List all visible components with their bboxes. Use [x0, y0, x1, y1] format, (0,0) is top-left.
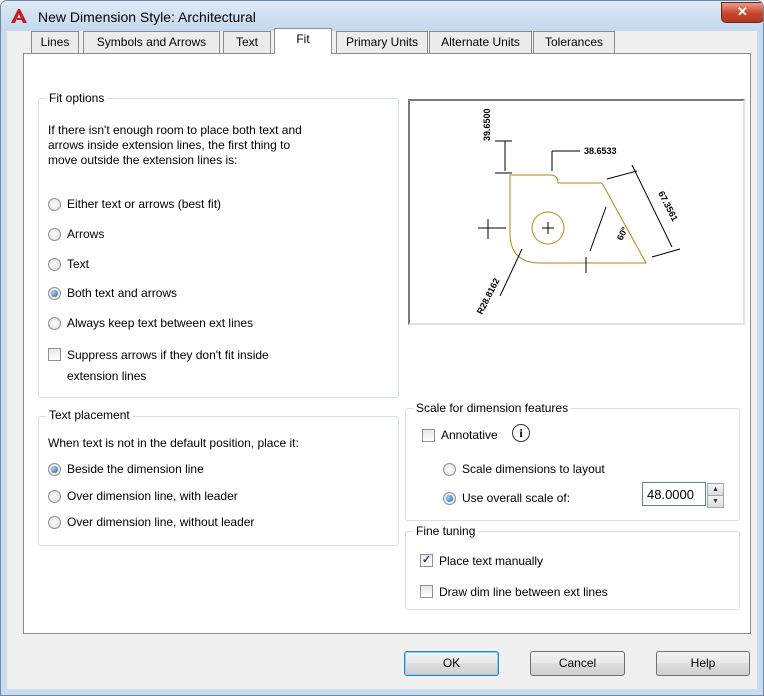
suppress-arrows-label[interactable]: Suppress arrows if they don't fit inside	[67, 348, 269, 362]
close-icon: ✕	[737, 4, 748, 19]
overall-scale-input[interactable]: 48.0000	[642, 482, 706, 506]
fit-description-line: If there isn't enough room to place both…	[48, 123, 302, 137]
info-icon[interactable]: i	[512, 424, 530, 442]
dimension-preview: 39.6500 38.6533 67.3561 60° R28.8162	[408, 99, 745, 325]
radio-both-text-and-arrows-label[interactable]: Both text and arrows	[67, 286, 177, 300]
scale-legend: Scale for dimension features	[413, 401, 572, 415]
radio-beside-dimension-line-label[interactable]: Beside the dimension line	[67, 462, 204, 476]
dim-label-radius: R28.8162	[475, 277, 502, 316]
close-button[interactable]: ✕	[721, 2, 763, 23]
ok-button[interactable]: OK	[404, 651, 499, 676]
chevron-up-icon: ▲	[712, 486, 719, 493]
radio-both-text-and-arrows[interactable]	[48, 287, 61, 300]
radio-arrows[interactable]	[48, 228, 61, 241]
radio-over-with-leader[interactable]	[48, 490, 61, 503]
radio-text-label[interactable]: Text	[67, 257, 89, 271]
tab-tolerances[interactable]: Tolerances	[533, 31, 615, 53]
annotative-label[interactable]: Annotative	[441, 428, 498, 442]
radio-over-without-leader[interactable]	[48, 516, 61, 529]
window-title: New Dimension Style: Architectural	[38, 9, 256, 25]
dim-label-top-right: 38.6533	[584, 146, 617, 156]
chevron-down-icon: ▼	[712, 498, 719, 505]
dim-label-top-vertical: 39.6500	[482, 108, 492, 141]
preview-part-outline	[509, 174, 647, 264]
radio-over-with-leader-label[interactable]: Over dimension line, with leader	[67, 489, 238, 503]
place-text-manually-checkbox[interactable]: ✓	[420, 554, 433, 567]
help-button[interactable]: Help	[656, 651, 750, 676]
radio-use-overall-scale-label[interactable]: Use overall scale of:	[462, 491, 570, 505]
title-bar[interactable]: New Dimension Style: Architectural ✕	[1, 1, 763, 31]
preview-drawing: 39.6500 38.6533 67.3561 60° R28.8162	[475, 108, 681, 316]
draw-dim-line-checkbox[interactable]	[420, 585, 433, 598]
dim-label-slanted: 67.3561	[656, 189, 680, 223]
tab-text[interactable]: Text	[223, 31, 271, 53]
radio-beside-dimension-line[interactable]	[48, 463, 61, 476]
radio-always-keep-text[interactable]	[48, 317, 61, 330]
radio-best-fit[interactable]	[48, 198, 61, 211]
dim-label-angle: 60°	[615, 225, 630, 242]
radio-arrows-label[interactable]: Arrows	[67, 227, 104, 241]
tab-primary-units[interactable]: Primary Units	[336, 31, 428, 53]
fit-description-line: move outside the extension lines is:	[48, 153, 238, 167]
tab-symbols-and-arrows[interactable]: Symbols and Arrows	[83, 31, 220, 53]
text-placement-legend: Text placement	[46, 408, 133, 422]
radio-use-overall-scale[interactable]	[443, 492, 456, 505]
spin-down-button[interactable]: ▼	[707, 495, 724, 508]
tab-alternate-units[interactable]: Alternate Units	[429, 31, 532, 53]
cancel-button[interactable]: Cancel	[530, 651, 625, 676]
radio-scale-to-layout-label[interactable]: Scale dimensions to layout	[462, 462, 605, 476]
text-placement-description: When text is not in the default position…	[48, 436, 299, 450]
tab-lines[interactable]: Lines	[31, 31, 79, 53]
fine-tuning-legend: Fine tuning	[413, 524, 479, 538]
annotative-checkbox[interactable]	[422, 429, 435, 442]
place-text-manually-label[interactable]: Place text manually	[439, 554, 543, 568]
radio-over-without-leader-label[interactable]: Over dimension line, without leader	[67, 515, 254, 529]
radio-always-keep-text-label[interactable]: Always keep text between ext lines	[67, 316, 253, 330]
fit-options-legend: Fit options	[46, 91, 108, 105]
radio-best-fit-label[interactable]: Either text or arrows (best fit)	[67, 197, 221, 211]
fit-description-line: arrows inside extension lines, the first…	[48, 138, 291, 152]
tab-fit[interactable]: Fit	[274, 28, 332, 54]
suppress-arrows-label-cont[interactable]: extension lines	[67, 369, 146, 383]
radio-text[interactable]	[48, 258, 61, 271]
suppress-arrows-checkbox[interactable]	[48, 348, 61, 361]
draw-dim-line-label[interactable]: Draw dim line between ext lines	[439, 585, 608, 599]
app-logo-icon	[10, 7, 28, 25]
radio-scale-to-layout[interactable]	[443, 463, 456, 476]
